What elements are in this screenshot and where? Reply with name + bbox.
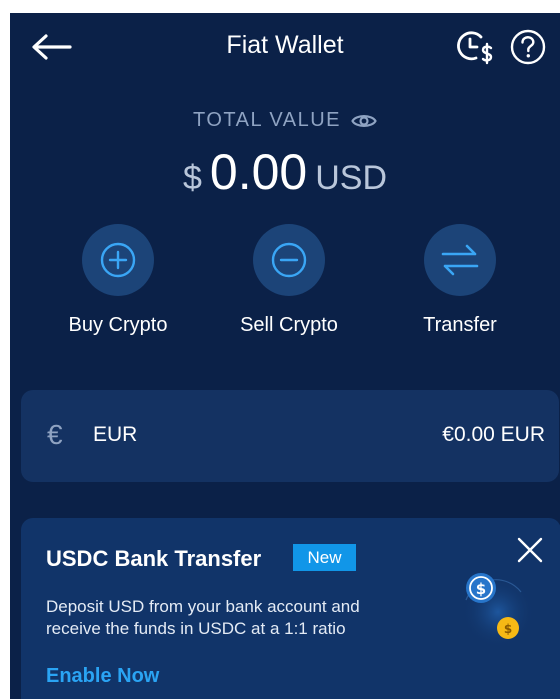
- plus-circle-icon: [100, 242, 136, 278]
- question-circle-icon[interactable]: [510, 29, 546, 65]
- promo-description-line1: Deposit USD from your bank account and: [46, 597, 360, 616]
- buy-crypto-button[interactable]: Buy Crypto: [38, 224, 198, 337]
- fiat-wallet-screen: Fiat Wallet TOTAL VALUE $ 0.00 USD Buy C…: [10, 13, 560, 699]
- eye-icon[interactable]: [351, 112, 377, 130]
- transfer-circle[interactable]: [424, 224, 496, 296]
- header: Fiat Wallet: [10, 13, 560, 81]
- wallet-currency-code: EUR: [93, 423, 138, 446]
- swap-arrows-icon: [441, 244, 479, 276]
- enable-now-link[interactable]: Enable Now: [46, 665, 159, 688]
- buy-crypto-circle[interactable]: [82, 224, 154, 296]
- promo-title: USDC Bank Transfer: [46, 546, 262, 571]
- transfer-button[interactable]: Transfer: [380, 224, 540, 337]
- usdc-coins-icon: $ $: [462, 573, 534, 648]
- total-value-text: TOTAL VALUE: [192, 109, 342, 131]
- svg-text:$: $: [504, 622, 512, 636]
- total-value-label: TOTAL VALUE: [10, 109, 560, 132]
- sell-crypto-label: Sell Crypto: [240, 314, 338, 336]
- amount-value: 0.00: [209, 144, 308, 200]
- wallet-item-eur[interactable]: € EUR €0.00 EUR: [21, 390, 559, 482]
- euro-icon: €: [47, 419, 63, 450]
- total-amount: $ 0.00 USD: [10, 143, 560, 201]
- currency-code: USD: [315, 159, 388, 197]
- sell-crypto-circle[interactable]: [253, 224, 325, 296]
- minus-circle-icon: [271, 242, 307, 278]
- sell-crypto-button[interactable]: Sell Crypto: [209, 224, 369, 337]
- wallet-balance: €0.00 EUR: [442, 423, 545, 446]
- transfer-label: Transfer: [423, 314, 497, 336]
- promo-description-line2: receive the funds in USDC at a 1:1 ratio: [46, 619, 346, 638]
- close-icon[interactable]: [515, 535, 545, 565]
- new-badge: New: [293, 544, 356, 571]
- svg-text:$: $: [476, 580, 486, 598]
- clock-dollar-icon[interactable]: [454, 29, 496, 65]
- usdc-promo-card: USDC Bank Transfer New Deposit USD from …: [21, 518, 560, 699]
- currency-symbol: $: [182, 159, 202, 197]
- buy-crypto-label: Buy Crypto: [68, 314, 168, 336]
